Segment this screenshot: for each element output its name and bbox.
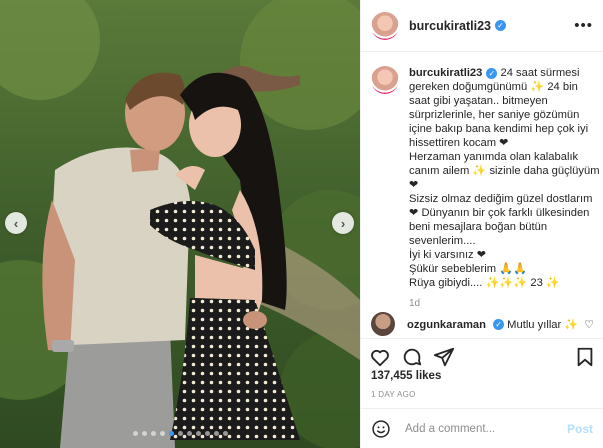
chevron-right-icon: › <box>340 215 346 231</box>
carousel-dot <box>213 431 219 436</box>
post-date[interactable]: 1 DAY AGO <box>371 390 416 399</box>
bookmark-icon[interactable] <box>574 346 596 368</box>
add-comment-input[interactable] <box>403 421 561 436</box>
caption-line: hissettiren kocam ❤ <box>409 137 509 149</box>
carousel-dot <box>159 431 165 436</box>
caption-line: sevenlerim.... <box>409 235 476 247</box>
share-paper-plane-icon[interactable] <box>433 346 455 368</box>
carousel-dot <box>222 431 228 436</box>
carousel-next-button[interactable]: › <box>332 212 354 234</box>
verified-badge-icon: ✓ <box>494 20 506 31</box>
post-actions <box>361 338 603 374</box>
post-photo[interactable]: ‹ › <box>0 0 360 448</box>
caption-line: Herzaman yanımda olan kalabalık <box>409 151 579 163</box>
carousel-indicator <box>0 431 360 436</box>
caption-username[interactable]: burcukiratli23 <box>409 67 482 79</box>
carousel-prev-button[interactable]: ‹ <box>5 212 27 234</box>
carousel-dot <box>204 431 210 436</box>
author-avatar[interactable] <box>371 11 399 40</box>
comment-like-heart-icon[interactable]: ♡ <box>584 318 594 331</box>
photo-illustration <box>0 0 360 448</box>
carousel-dot <box>168 431 174 436</box>
comment-body: Mutlu yıllar ✨ <box>507 318 579 331</box>
caption-line: Şükür sebeblerim 🙏🙏 <box>409 263 528 275</box>
carousel-dot <box>195 431 201 436</box>
post-comment-button[interactable]: Post <box>561 421 599 437</box>
commenter-avatar[interactable] <box>371 312 395 336</box>
caption-line: Rüya gibiydi.... ✨✨✨ 23 ✨ <box>409 277 560 289</box>
caption-line: canım ailem ✨ sizinle daha güçlüyüm <box>409 165 600 177</box>
more-options-icon[interactable]: ••• <box>574 17 593 34</box>
caption-line: 24 saat sürmesi <box>500 67 580 79</box>
caption: burcukiratli23 ✓ 24 saat sürmesi gereken … <box>361 52 603 290</box>
carousel-dot <box>150 431 156 436</box>
caption-line: ❤ Dünyanın bir çok farklı ülkesinden <box>409 207 590 219</box>
like-count[interactable]: 137,455 likes <box>371 370 441 382</box>
caption-author-avatar[interactable] <box>371 66 399 94</box>
carousel-dot <box>132 431 138 436</box>
caption-line: beni mesajlara boğan bütün <box>409 221 548 233</box>
caption-line: ❤ <box>409 179 419 191</box>
caption-area: burcukiratli23 ✓ 24 saat sürmesi gereken … <box>361 52 603 307</box>
verified-badge-icon: ✓ <box>486 67 498 79</box>
post-time-ago[interactable]: 1d <box>409 298 603 307</box>
caption-line: saat gibi yaşatan.. bitmeyen <box>409 95 548 107</box>
chevron-left-icon: ‹ <box>13 215 19 231</box>
caption-line: sürprizlerinle, her saniye gözümün <box>409 109 580 121</box>
verified-badge-icon: ✓ <box>493 319 505 331</box>
post-side-panel: burcukiratli23 ✓ ••• burcukiratli23 ✓ 24 … <box>360 0 603 448</box>
comment-row: ozgunkaraman ✓ Mutlu yıllar ✨ ♡ <box>361 312 603 336</box>
caption-line: içine bakıp bana kendimi hep çok iyi <box>409 123 589 135</box>
caption-line: gereken doğumgünümü ✨ 24 bin <box>409 81 578 93</box>
carousel-dot <box>141 431 147 436</box>
carousel-dot <box>186 431 192 436</box>
comment-bubble-icon[interactable] <box>401 346 423 368</box>
caption-line: Sizsiz olmaz dediğim güzel dostlarım <box>409 193 593 205</box>
emoji-smiley-icon[interactable] <box>371 419 391 439</box>
comment-text: ozgunkaraman ✓ Mutlu yıllar ✨ <box>407 318 578 331</box>
like-heart-icon[interactable] <box>369 346 391 368</box>
carousel-dot <box>177 431 183 436</box>
add-comment-bar: Post <box>361 408 603 448</box>
caption-text: burcukiratli23 ✓ 24 saat sürmesi gereken … <box>409 66 600 290</box>
caption-line: İyi ki varsınız ❤ <box>409 249 487 261</box>
author-username[interactable]: burcukiratli23 <box>409 19 491 33</box>
post-header: burcukiratli23 ✓ ••• <box>361 0 603 52</box>
comment-username[interactable]: ozgunkaraman <box>407 319 486 331</box>
